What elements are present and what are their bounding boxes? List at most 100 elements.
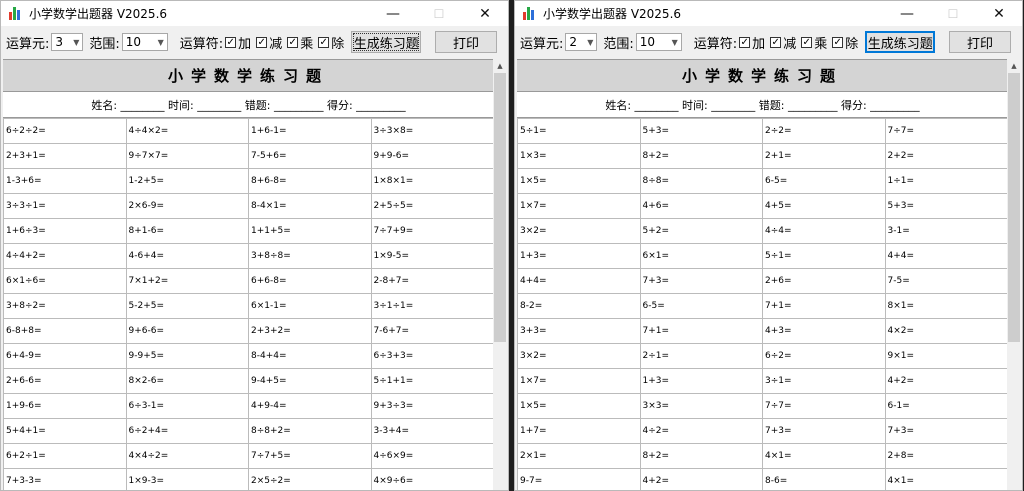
exercise-cell: 4×4÷2= <box>125 443 249 469</box>
exercise-cell: 3÷1= <box>762 368 886 394</box>
minimize-button[interactable]: — <box>370 1 416 26</box>
exercise-cell: 1+7= <box>517 418 641 444</box>
exercise-cell: 6×1-1= <box>248 293 372 319</box>
operands-select[interactable]: 3 ▼ <box>51 33 84 51</box>
exercise-cell: 1+6-1= <box>248 118 372 144</box>
add-label: 加 <box>752 36 766 52</box>
checkbox-box: ✓ <box>225 36 237 48</box>
table-row: 3×2= 5+2= 4÷4= 3-1= <box>517 218 1008 244</box>
exercise-cell: 1×5= <box>517 168 641 194</box>
multiply-label: 乘 <box>300 36 314 52</box>
exercise-cell: 8-2= <box>517 293 641 319</box>
generate-button[interactable]: 生成练习题 <box>351 31 422 53</box>
minimize-button[interactable]: — <box>884 1 930 26</box>
divide-checkbox[interactable]: ✓ 除 <box>832 33 858 52</box>
checkbox-box: ✓ <box>287 36 299 48</box>
exercise-cell: 7+3= <box>639 268 763 294</box>
maximize-button[interactable]: ☐ <box>416 1 462 26</box>
print-button[interactable]: 打印 <box>949 31 1011 53</box>
exercise-cell: 4×1= <box>762 443 886 469</box>
exercise-cell: 2÷2= <box>762 118 886 144</box>
range-label: 范围: <box>603 36 634 52</box>
table-row: 2+3+1= 9÷7×7= 7-5+6= 9+9-6= <box>3 143 494 169</box>
range-label: 范围: <box>89 36 120 52</box>
exercise-cell: 6-8+8= <box>3 318 127 344</box>
exercise-cell: 7+3= <box>762 418 886 444</box>
operands-select[interactable]: 2 ▼ <box>565 33 598 51</box>
table-row: 3+3= 7+1= 4+3= 4×2= <box>517 318 1008 344</box>
exercise-cell: 2×6-9= <box>125 193 249 219</box>
exercise-cell: 2+8= <box>884 443 1008 469</box>
exercise-cell: 7÷7+5= <box>248 443 372 469</box>
maximize-icon: ☐ <box>947 6 959 21</box>
worksheet-title: 小学数学练习题 <box>3 60 494 92</box>
exercise-cell: 5÷1= <box>517 118 641 144</box>
vertical-scrollbar[interactable]: ▲ <box>1007 59 1021 490</box>
exercise-table: 6÷2÷2= 4÷4×2= 1+6-1= 3÷3×8= 2+3+1= 9÷7×7= 7-5+… <box>3 118 494 490</box>
exercise-cell: 2+2= <box>884 143 1008 169</box>
exercise-cell: 4×1= <box>884 468 1008 490</box>
table-row: 4+4= 7+3= 2+6= 7-5= <box>517 268 1008 294</box>
add-checkbox[interactable]: ✓ 加 <box>739 33 765 52</box>
checkbox-box: ✓ <box>770 36 782 48</box>
exercise-cell: 4+6= <box>639 193 763 219</box>
exercise-cell: 7+1= <box>762 293 886 319</box>
scrollbar-thumb[interactable] <box>1008 73 1020 342</box>
close-icon: ✕ <box>993 5 1005 22</box>
chevron-up-icon[interactable]: ▲ <box>1007 59 1021 73</box>
vertical-scrollbar[interactable]: ▲ <box>493 59 507 490</box>
bar-chart-app-icon <box>523 7 537 20</box>
subtract-checkbox[interactable]: ✓ 减 <box>770 33 796 52</box>
exercise-cell: 6÷3+3= <box>370 343 494 369</box>
table-row: 1×7= 1+3= 3÷1= 4+2= <box>517 368 1008 394</box>
exercise-cell: 1+3= <box>639 368 763 394</box>
range-select[interactable]: 10 ▼ <box>121 33 168 51</box>
multiply-checkbox[interactable]: ✓ 乘 <box>801 33 827 52</box>
add-checkbox[interactable]: ✓ 加 <box>225 33 251 52</box>
exercise-cell: 2+6-6= <box>3 368 127 394</box>
table-row: 4÷4+2= 4-6+4= 3+8÷8= 1×9-5= <box>3 243 494 269</box>
minimize-icon: — <box>386 5 400 22</box>
exercise-cell: 2×1= <box>517 443 641 469</box>
exercise-cell: 6÷2= <box>762 343 886 369</box>
exercise-cell: 8+2= <box>639 443 763 469</box>
exercise-cell: 3×2= <box>517 218 641 244</box>
exercise-cell: 2+1= <box>762 143 886 169</box>
scrollbar-thumb[interactable] <box>494 73 506 342</box>
chevron-up-icon[interactable]: ▲ <box>493 59 507 73</box>
exercise-cell: 7+1= <box>639 318 763 344</box>
print-button[interactable]: 打印 <box>435 31 497 53</box>
window-title: 小学数学出题器 V2025.6 <box>29 7 168 21</box>
close-button[interactable]: ✕ <box>462 1 508 26</box>
exercise-cell: 9-9+5= <box>125 343 249 369</box>
divide-checkbox[interactable]: ✓ 除 <box>318 33 344 52</box>
generate-button[interactable]: 生成练习题 <box>865 31 936 53</box>
title-bar[interactable]: 小学数学出题器 V2025.6 — ☐ ✕ <box>1 1 508 26</box>
table-row: 7+3-3= 1×9-3= 2×5÷2= 4×9÷6= <box>3 468 494 490</box>
close-button[interactable]: ✕ <box>976 1 1022 26</box>
exercise-cell: 6+4-9= <box>3 343 127 369</box>
exercise-cell: 6-1= <box>884 393 1008 419</box>
app-window: 小学数学出题器 V2025.6 — ☐ ✕ 运算元: 3 ▼ 范围: 10 ▼ 运算… <box>0 0 509 491</box>
exercise-cell: 9-7= <box>517 468 641 490</box>
title-bar[interactable]: 小学数学出题器 V2025.6 — ☐ ✕ <box>515 1 1022 26</box>
operators-label: 运算符: <box>693 36 738 52</box>
subtract-checkbox[interactable]: ✓ 减 <box>256 33 282 52</box>
operators-label: 运算符: <box>179 36 224 52</box>
table-row: 2+6-6= 8×2-6= 9-4+5= 5÷1+1= <box>3 368 494 394</box>
multiply-checkbox[interactable]: ✓ 乘 <box>287 33 313 52</box>
exercise-cell: 4+9-4= <box>248 393 372 419</box>
exercise-cell: 4+2= <box>639 468 763 490</box>
exercise-cell: 5÷1+1= <box>370 368 494 394</box>
checkbox-box: ✓ <box>739 36 751 48</box>
exercise-cell: 5÷1= <box>762 243 886 269</box>
maximize-icon: ☐ <box>433 6 445 21</box>
range-select[interactable]: 10 ▼ <box>635 33 682 51</box>
exercise-cell: 9-4+5= <box>248 368 372 394</box>
exercise-cell: 4+2= <box>884 368 1008 394</box>
exercise-cell: 1×9-5= <box>370 243 494 269</box>
maximize-button[interactable]: ☐ <box>930 1 976 26</box>
table-row: 9-7= 4+2= 8-6= 4×1= <box>517 468 1008 490</box>
exercise-cell: 8-4×1= <box>248 193 372 219</box>
app-window: 小学数学出题器 V2025.6 — ☐ ✕ 运算元: 2 ▼ 范围: 10 ▼ 运算… <box>514 0 1023 491</box>
